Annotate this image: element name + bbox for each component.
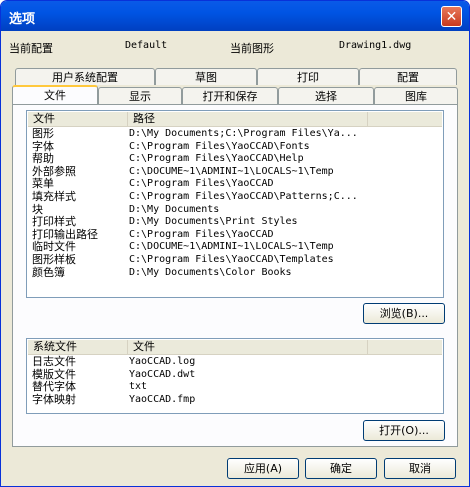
- list-item[interactable]: 字体映射 YaoCCAD.fmp: [28, 393, 442, 407]
- tab-files[interactable]: 文件: [12, 85, 98, 104]
- list-item[interactable]: 图形 D:\My Documents;C:\Program Files\Ya...: [28, 127, 442, 141]
- tab-user-preferences[interactable]: 用户系统配置: [15, 68, 155, 85]
- search-paths-list[interactable]: 文件 路径 图形 D:\My Documents;C:\Program Files…: [26, 110, 444, 298]
- system-file-rows: 日志文件 YaoCCAD.log 模版文件 YaoCCAD.dwt 替代字体 txt …: [28, 355, 442, 407]
- ok-button[interactable]: 确定: [305, 458, 377, 479]
- list-item[interactable]: 打印样式 D:\My Documents\Print Styles: [28, 216, 442, 229]
- list-header: 系统文件 文件: [28, 340, 442, 355]
- list-item[interactable]: 日志文件 YaoCCAD.log: [28, 355, 442, 369]
- browse-button[interactable]: 浏览(B)...: [363, 303, 445, 324]
- path-rows: 图形 D:\My Documents;C:\Program Files\Ya...…: [28, 127, 442, 280]
- column-header-path[interactable]: 路径: [128, 112, 368, 126]
- tab-plotting[interactable]: 打印: [257, 68, 359, 85]
- tab-library[interactable]: 图库: [374, 87, 458, 104]
- list-item[interactable]: 图形样板 C:\Program Files\YaoCCAD\Templates: [28, 253, 442, 267]
- list-item[interactable]: 打印输出路径 C:\Program Files\YaoCCAD: [28, 228, 442, 242]
- list-item[interactable]: 替代字体 txt: [28, 381, 442, 394]
- tab-profiles[interactable]: 配置: [359, 68, 457, 85]
- list-header: 文件 路径: [28, 112, 442, 127]
- dialog-title: 选项: [9, 12, 36, 27]
- column-header-file[interactable]: 文件: [28, 112, 128, 126]
- list-item[interactable]: 帮助 C:\Program Files\YaoCCAD\Help: [28, 153, 442, 166]
- list-item[interactable]: 填充样式 C:\Program Files\YaoCCAD\Patterns;C.…: [28, 190, 442, 204]
- current-drawing-value: Drawing1.dwg: [339, 40, 412, 51]
- tab-selection[interactable]: 选择: [278, 87, 374, 104]
- list-item[interactable]: 菜单 C:\Program Files\YaoCCAD: [28, 178, 442, 191]
- list-item[interactable]: 临时文件 C:\DOCUME~1\ADMINI~1\LOCALS~1\Temp: [28, 241, 442, 254]
- close-icon[interactable]: ✕: [441, 6, 462, 27]
- list-item[interactable]: 字体 C:\Program Files\YaoCCAD\Fonts: [28, 140, 442, 154]
- list-item[interactable]: 颜色簿 D:\My Documents\Color Books: [28, 266, 442, 280]
- tab-drafting[interactable]: 草图: [155, 68, 257, 85]
- column-header-system-file[interactable]: 系统文件: [28, 340, 128, 354]
- open-button[interactable]: 打开(O)...: [363, 420, 445, 441]
- system-files-list[interactable]: 系统文件 文件 日志文件 YaoCCAD.log 模版文件 YaoCCAD.dwt …: [26, 338, 444, 414]
- title-bar[interactable]: 选项 ✕: [1, 1, 469, 31]
- tab-open-save[interactable]: 打开和保存: [182, 87, 278, 104]
- current-config-value: Default: [125, 40, 168, 51]
- current-config-label: 当前配置: [9, 42, 53, 55]
- current-drawing-label: 当前图形: [230, 42, 274, 55]
- cancel-button[interactable]: 取消: [384, 458, 456, 479]
- list-item[interactable]: 模版文件 YaoCCAD.dwt: [28, 368, 442, 382]
- list-item[interactable]: 块 D:\My Documents: [28, 203, 442, 217]
- files-tab-panel: 文件 路径 图形 D:\My Documents;C:\Program Files…: [12, 104, 458, 447]
- apply-button[interactable]: 应用(A): [227, 458, 299, 479]
- options-dialog: 选项 ✕ 当前配置 Default 当前图形 Drawing1.dwg 用户系统…: [0, 0, 470, 487]
- list-item[interactable]: 外部参照 C:\DOCUME~1\ADMINI~1\LOCALS~1\Temp: [28, 165, 442, 179]
- tab-display[interactable]: 显示: [98, 87, 182, 104]
- column-header-file[interactable]: 文件: [128, 340, 368, 354]
- current-info: 当前配置 Default 当前图形 Drawing1.dwg: [1, 40, 469, 55]
